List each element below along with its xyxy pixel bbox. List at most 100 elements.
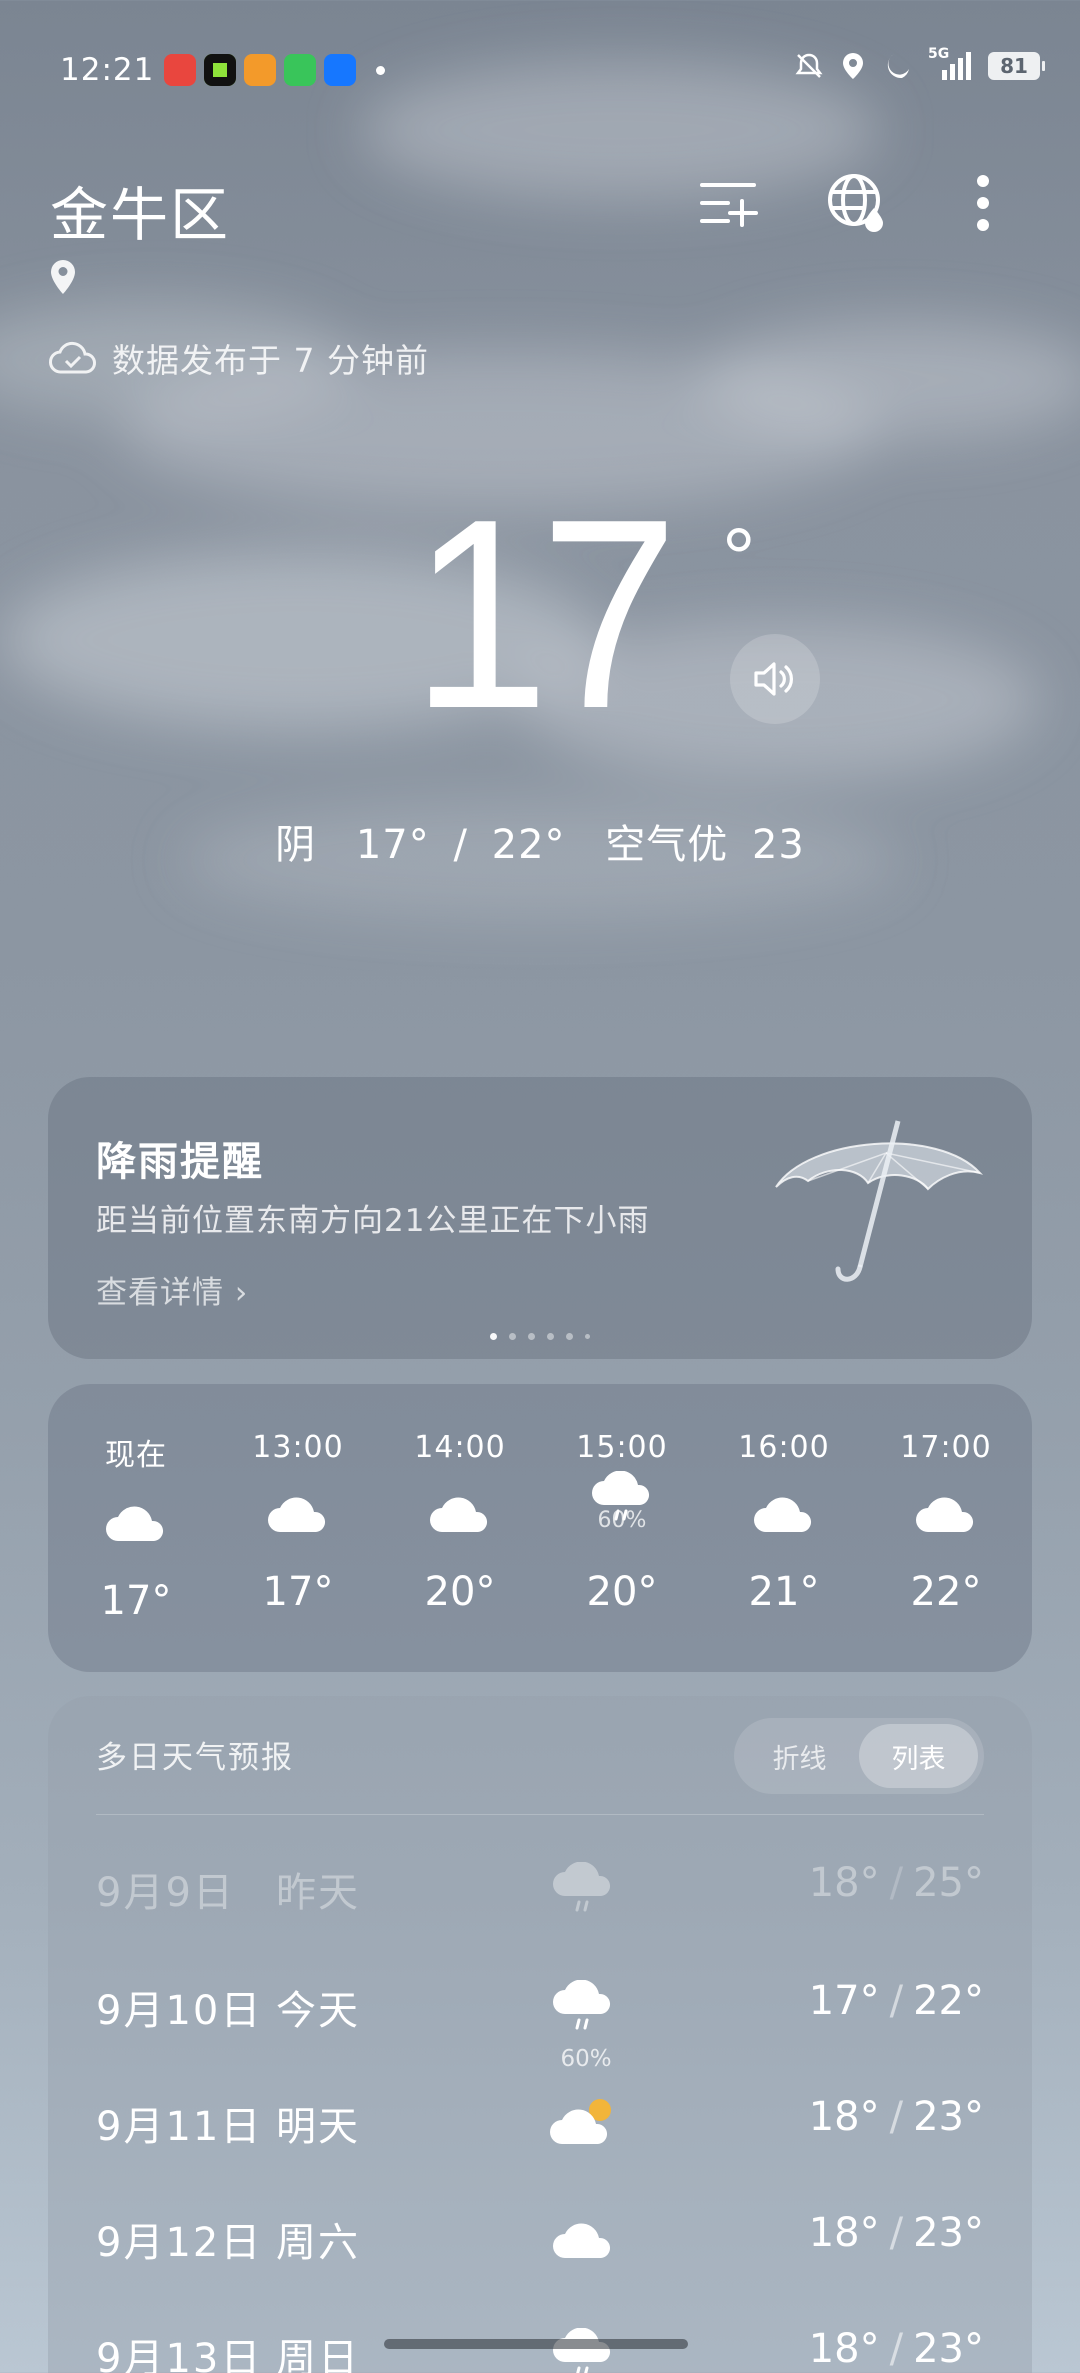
pager-dot bbox=[566, 1333, 573, 1340]
daily-row[interactable]: 9月11日 明天 18°/23° bbox=[96, 2082, 984, 2162]
hour-label: 13:00 bbox=[252, 1430, 344, 1465]
daily-row[interactable]: 9月12日 周六 18°/23° bbox=[96, 2198, 984, 2278]
day-low: 18° bbox=[808, 2326, 880, 2372]
hour-temp: 17° bbox=[262, 1569, 334, 1615]
news-app-icon bbox=[164, 54, 196, 86]
home-indicator[interactable] bbox=[384, 2339, 688, 2349]
day-low: 18° bbox=[808, 2210, 880, 2256]
hourly-forecast-card[interactable]: 现在 17° 13:00 17° 14:00 20° 15:00 60% 20°… bbox=[48, 1384, 1032, 1672]
view-toggle[interactable]: 折线 列表 bbox=[734, 1718, 984, 1794]
hourly-item: 14:00 20° bbox=[390, 1430, 530, 1615]
day-date: 9月10日 bbox=[96, 1988, 263, 2034]
daily-row[interactable]: 9月9日 昨天 18°/25° bbox=[96, 1848, 984, 1928]
hourly-item: 17:00 22° bbox=[876, 1430, 1016, 1615]
rain-cloud-icon bbox=[538, 1966, 628, 2046]
chevron-right-icon: › bbox=[234, 1275, 249, 1311]
hour-precip: 60% bbox=[597, 1508, 647, 1533]
notification-icons bbox=[164, 54, 385, 86]
day-weekday: 明天 bbox=[276, 2104, 360, 2150]
cloud-icon bbox=[538, 2198, 628, 2278]
hour-temp: 22° bbox=[910, 1569, 982, 1615]
day-high: 23° bbox=[913, 2326, 984, 2372]
system-icons: 5G 81 bbox=[794, 46, 1045, 82]
city-manage-button[interactable] bbox=[694, 168, 764, 238]
status-bar: 12:21 5G 81 bbox=[0, 0, 1080, 140]
pager-dot bbox=[585, 1334, 590, 1339]
hourly-item: 16:00 21° bbox=[714, 1430, 854, 1615]
carousel-pager bbox=[48, 1333, 1032, 1340]
view-details-label: 查看详情 bbox=[96, 1275, 224, 1311]
weather-summary[interactable]: 阴 17° / 22° 空气优 23 bbox=[0, 812, 1080, 870]
pager-dot bbox=[490, 1333, 497, 1340]
day-low: 18° bbox=[808, 2094, 880, 2140]
signal-icon: 5G bbox=[928, 46, 972, 82]
city-name[interactable]: 金牛区 bbox=[50, 168, 230, 252]
current-temp-value: 17 bbox=[411, 464, 678, 765]
divider bbox=[96, 1814, 984, 1815]
day-precip: 60% bbox=[560, 2046, 612, 2072]
day-weekday: 周六 bbox=[276, 2220, 360, 2266]
location-pin-icon bbox=[51, 260, 75, 294]
more-options-button[interactable] bbox=[948, 168, 1018, 238]
cloud-icon bbox=[228, 1465, 368, 1559]
cloud-icon bbox=[66, 1474, 206, 1568]
cloud-icon bbox=[390, 1465, 530, 1559]
view-details-link[interactable]: 查看详情 › bbox=[96, 1267, 248, 1312]
hourly-item: 15:00 60% 20° bbox=[552, 1430, 692, 1615]
rain-alert-card[interactable]: 降雨提醒 距当前位置东南方向21公里正在下小雨 查看详情 › bbox=[48, 1077, 1032, 1359]
hourly-item: 现在 17° bbox=[66, 1430, 206, 1624]
network-type: 5G bbox=[928, 46, 950, 62]
speaker-icon bbox=[754, 662, 793, 696]
hour-temp: 20° bbox=[424, 1569, 496, 1615]
pager-dot bbox=[528, 1333, 535, 1340]
hour-label: 16:00 bbox=[738, 1430, 830, 1465]
list-add-icon bbox=[700, 183, 758, 227]
day-date: 9月11日 bbox=[96, 2104, 263, 2150]
hour-temp: 20° bbox=[586, 1569, 658, 1615]
line-view-tab[interactable]: 折线 bbox=[740, 1724, 859, 1788]
globe-drop-icon bbox=[828, 174, 883, 232]
daily-forecast-card: 多日天气预报 折线 列表 9月9日 昨天 18°/25° 9月10日 今天 60… bbox=[48, 1696, 1032, 2373]
day-weekday: 昨天 bbox=[276, 1870, 360, 1916]
day-date: 9月9日 bbox=[96, 1870, 235, 1916]
day-temp-range: 18°/23° bbox=[808, 2210, 984, 2256]
day-temp-range: 18°/23° bbox=[808, 2326, 984, 2372]
daily-forecast-title: 多日天气预报 bbox=[96, 1740, 294, 1776]
green-app-icon bbox=[204, 54, 236, 86]
update-time-text: 数据发布于 7 分钟前 bbox=[112, 341, 429, 380]
current-temperature: 17 bbox=[0, 480, 1080, 750]
battery-indicator: 81 bbox=[988, 52, 1045, 80]
day-weekday: 今天 bbox=[276, 1988, 360, 2034]
location-icon bbox=[843, 53, 863, 79]
day-high: 22° bbox=[913, 1978, 984, 2024]
air-quality-text: 空气优 23 bbox=[605, 822, 805, 868]
rain-cloud-icon bbox=[538, 1848, 628, 1928]
pager-dot bbox=[547, 1333, 554, 1340]
umbrella-icon bbox=[775, 1120, 984, 1282]
more-notifications-dot bbox=[376, 65, 385, 75]
cloud-icon bbox=[714, 1465, 854, 1559]
daily-row[interactable]: 9月10日 今天 60% 17°/22° bbox=[96, 1966, 984, 2072]
day-low: 17° bbox=[808, 1978, 880, 2024]
status-time: 12:21 bbox=[60, 52, 155, 88]
day-temp-range: 18°/23° bbox=[808, 2094, 984, 2140]
day-date: 9月13日 bbox=[96, 2336, 263, 2373]
list-view-tab[interactable]: 列表 bbox=[859, 1724, 978, 1788]
hourly-item: 13:00 17° bbox=[228, 1430, 368, 1615]
hour-label: 现在 bbox=[105, 1438, 167, 1473]
cloud-icon bbox=[876, 1465, 1016, 1559]
hour-temp: 21° bbox=[748, 1569, 820, 1615]
voice-broadcast-button[interactable] bbox=[730, 634, 820, 724]
more-vertical-icon bbox=[977, 175, 989, 231]
world-weather-button[interactable] bbox=[822, 168, 892, 238]
cloud-check-icon bbox=[49, 341, 96, 374]
moon-icon bbox=[887, 54, 909, 79]
rain-alert-message: 距当前位置东南方向21公里正在下小雨 bbox=[96, 1203, 650, 1239]
game-app-icon bbox=[244, 54, 276, 86]
alipay-icon bbox=[324, 54, 356, 86]
mute-icon bbox=[795, 53, 823, 78]
day-temp-range: 17°/22° bbox=[808, 1978, 984, 2024]
day-high: 25° bbox=[913, 1860, 984, 1906]
hour-label: 14:00 bbox=[414, 1430, 506, 1465]
partly-cloudy-icon bbox=[538, 2082, 628, 2162]
